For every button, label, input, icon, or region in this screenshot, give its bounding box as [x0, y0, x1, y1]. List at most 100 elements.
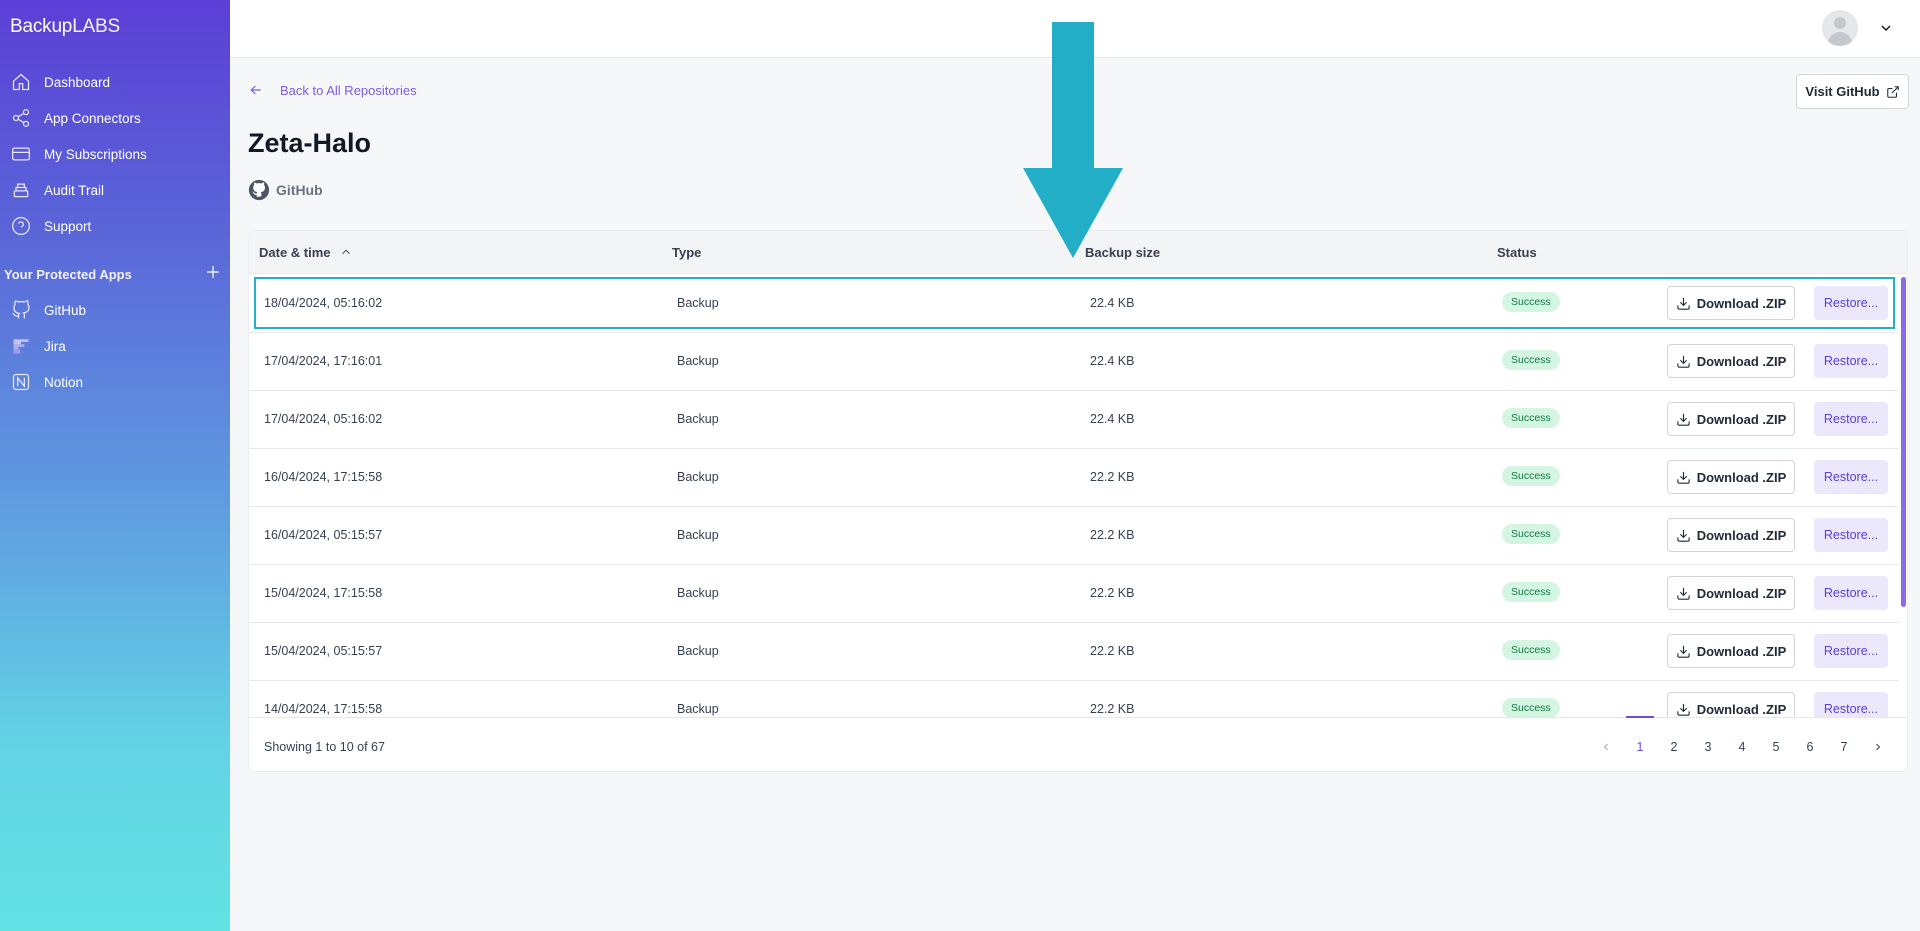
- download-label: Download .ZIP: [1696, 701, 1787, 717]
- nav-item-support[interactable]: Support: [0, 211, 230, 241]
- cell-type: Backup: [677, 412, 719, 426]
- download-label: Download .ZIP: [1696, 295, 1787, 311]
- back-link-label: Back to All Repositories: [280, 82, 417, 98]
- column-header-type: Type: [672, 245, 702, 260]
- download-zip-button[interactable]: Download .ZIP: [1667, 576, 1795, 610]
- nav-label: Support: [44, 218, 92, 234]
- app-label: GitHub: [44, 302, 87, 318]
- status-badge: Success: [1502, 582, 1560, 602]
- sidebar-app-github[interactable]: GitHub: [0, 295, 230, 325]
- cell-size: 22.4 KB: [1090, 412, 1135, 426]
- table-row: 15/04/2024, 05:15:57 Backup 22.2 KB Succ…: [249, 623, 1899, 681]
- page-button-6[interactable]: 6: [1793, 732, 1827, 762]
- user-avatar[interactable]: [1822, 10, 1858, 46]
- download-icon: [1677, 355, 1690, 368]
- nav-item-dashboard[interactable]: Dashboard: [0, 67, 230, 97]
- page-button-4[interactable]: 4: [1725, 732, 1759, 762]
- cell-type: Backup: [677, 644, 719, 658]
- download-label: Download .ZIP: [1696, 353, 1787, 369]
- nav-item-app-connectors[interactable]: App Connectors: [0, 103, 230, 133]
- table-scrollbar[interactable]: [1899, 275, 1907, 717]
- sidebar-app-jira[interactable]: Jira: [0, 331, 230, 361]
- visit-github-label: Visit GitHub: [1805, 84, 1880, 99]
- cell-type: Backup: [677, 702, 719, 716]
- next-page-button[interactable]: [1861, 732, 1895, 762]
- status-badge: Success: [1502, 698, 1560, 717]
- app-label: Jira: [44, 338, 66, 354]
- card-icon: [10, 143, 32, 165]
- cell-size: 22.2 KB: [1090, 528, 1135, 542]
- table-row: 17/04/2024, 05:16:02 Backup 22.4 KB Succ…: [249, 391, 1899, 449]
- table-row: 14/04/2024, 17:15:58 Backup 22.2 KB Succ…: [249, 681, 1899, 717]
- restore-button[interactable]: Restore...: [1814, 344, 1888, 378]
- account-menu-toggle[interactable]: [1878, 20, 1894, 36]
- add-app-button[interactable]: [204, 263, 222, 281]
- table-row: 16/04/2024, 17:15:58 Backup 22.2 KB Succ…: [249, 449, 1899, 507]
- download-zip-button[interactable]: Download .ZIP: [1667, 518, 1795, 552]
- column-header-date[interactable]: Date & time: [259, 245, 353, 260]
- download-zip-button[interactable]: Download .ZIP: [1667, 344, 1795, 378]
- cell-size: 22.2 KB: [1090, 644, 1135, 658]
- download-icon: [1677, 645, 1690, 658]
- restore-button[interactable]: Restore...: [1814, 692, 1888, 717]
- table-footer: Showing 1 to 10 of 67 1 2 3 4 5 6 7: [249, 716, 1907, 771]
- sidebar-app-notion[interactable]: Notion: [0, 367, 230, 397]
- back-to-repositories-link[interactable]: Back to All Repositories: [248, 82, 417, 98]
- restore-button[interactable]: Restore...: [1814, 634, 1888, 668]
- brand-logo[interactable]: BackupLABS: [10, 16, 120, 38]
- page-button-3[interactable]: 3: [1691, 732, 1725, 762]
- column-header-size: Backup size: [1085, 245, 1161, 260]
- arrow-left-icon: [250, 85, 261, 95]
- status-badge: Success: [1502, 524, 1560, 544]
- download-icon: [1677, 471, 1690, 484]
- download-zip-button[interactable]: Download .ZIP: [1667, 634, 1795, 668]
- home-icon: [10, 71, 32, 93]
- status-badge: Success: [1502, 292, 1560, 312]
- download-label: Download .ZIP: [1696, 469, 1787, 485]
- table-row: 16/04/2024, 05:15:57 Backup 22.2 KB Succ…: [249, 507, 1899, 565]
- cell-date: 15/04/2024, 17:15:58: [264, 586, 383, 600]
- nav-label: App Connectors: [44, 110, 141, 126]
- chevron-down-icon: [1881, 25, 1891, 31]
- backups-table: Date & time Type Backup size Status 18/0…: [248, 230, 1908, 772]
- nav-item-audit-trail[interactable]: Audit Trail: [0, 175, 230, 205]
- cell-type: Backup: [677, 528, 719, 542]
- nav-item-my-subscriptions[interactable]: My Subscriptions: [0, 139, 230, 169]
- download-zip-button[interactable]: Download .ZIP: [1667, 460, 1795, 494]
- cell-type: Backup: [677, 470, 719, 484]
- brand-part-2: LABS: [72, 16, 120, 37]
- table-body: 18/04/2024, 05:16:02 Backup 22.4 KB Succ…: [249, 275, 1907, 717]
- page-button-2[interactable]: 2: [1657, 732, 1691, 762]
- stack-icon: [10, 179, 32, 201]
- nav-label: My Subscriptions: [44, 146, 147, 162]
- chevron-right-icon: [1876, 743, 1881, 751]
- download-zip-button[interactable]: Download .ZIP: [1667, 286, 1795, 320]
- restore-button[interactable]: Restore...: [1814, 286, 1888, 320]
- download-icon: [1677, 529, 1690, 542]
- restore-button[interactable]: Restore...: [1814, 402, 1888, 436]
- cell-type: Backup: [677, 586, 719, 600]
- download-zip-button[interactable]: Download .ZIP: [1667, 402, 1795, 436]
- page-button-5[interactable]: 5: [1759, 732, 1793, 762]
- pagination-summary: Showing 1 to 10 of 67: [264, 740, 385, 754]
- scrollbar-thumb[interactable]: [1901, 277, 1906, 607]
- download-label: Download .ZIP: [1696, 643, 1787, 659]
- status-badge: Success: [1502, 466, 1560, 486]
- download-icon: [1677, 587, 1690, 600]
- table-row: 17/04/2024, 17:16:01 Backup 22.4 KB Succ…: [249, 333, 1899, 391]
- cell-date: 14/04/2024, 17:15:58: [264, 702, 383, 716]
- visit-github-button[interactable]: Visit GitHub: [1796, 74, 1909, 109]
- previous-page-button[interactable]: [1589, 732, 1623, 762]
- status-badge: Success: [1502, 408, 1560, 428]
- status-badge: Success: [1502, 640, 1560, 660]
- restore-button[interactable]: Restore...: [1814, 460, 1888, 494]
- page-button-1[interactable]: 1: [1623, 716, 1657, 762]
- jira-icon: [10, 335, 32, 357]
- restore-button[interactable]: Restore...: [1814, 518, 1888, 552]
- help-icon: [10, 215, 32, 237]
- restore-button[interactable]: Restore...: [1814, 576, 1888, 610]
- page-title: Zeta-Halo: [248, 128, 372, 158]
- provider-name: GitHub: [276, 182, 323, 198]
- page-button-7[interactable]: 7: [1827, 732, 1861, 762]
- download-zip-button[interactable]: Download .ZIP: [1667, 692, 1795, 717]
